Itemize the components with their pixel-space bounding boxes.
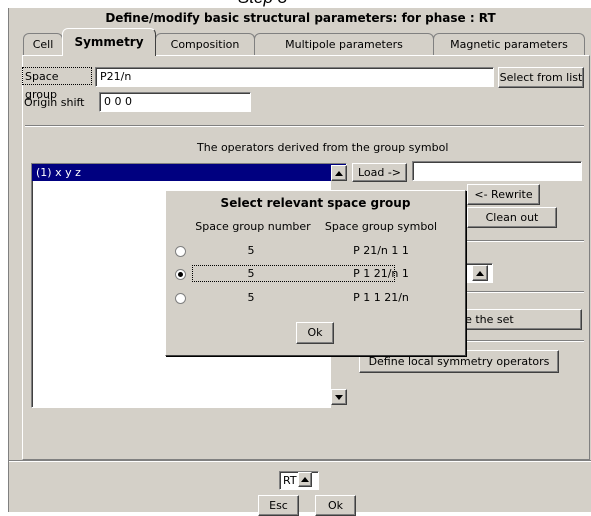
scroll-down-button[interactable] [331, 389, 347, 405]
select-space-group-dialog: Select relevant space group Space group … [165, 190, 466, 356]
delete-set-button[interactable]: ete the set [449, 309, 582, 330]
select-from-list-button[interactable]: Select from list [498, 67, 584, 88]
scroll-up-button[interactable] [331, 165, 347, 181]
operators-caption: The operators derived from the group sym… [197, 141, 449, 154]
dialog-ok-button[interactable]: Ok [296, 322, 334, 344]
separator [9, 460, 591, 462]
tab-magnetic-parameters[interactable]: Magnetic parameters [433, 33, 585, 55]
ok-button[interactable]: Ok [315, 495, 356, 516]
space-group-number: 5 [247, 291, 255, 304]
rewrite-button[interactable]: <- Rewrite [467, 184, 540, 205]
operator-input[interactable] [412, 161, 582, 181]
radio-row-1[interactable] [175, 246, 186, 257]
window-title: Define/modify basic structural parameter… [105, 11, 496, 25]
tab-multipole-parameters[interactable]: Multipole parameters [254, 33, 434, 55]
space-group-number: 5 [247, 244, 255, 257]
tab-composition[interactable]: Composition [155, 33, 255, 55]
load-button[interactable]: Load -> [352, 163, 407, 182]
radio-row-2[interactable] [175, 269, 186, 280]
origin-shift-input[interactable]: 0 0 0 [99, 92, 251, 112]
space-group-input[interactable]: P21/n [95, 67, 494, 87]
dialog-title: Select relevant space group [220, 196, 411, 210]
column-header-symbol: Space group symbol [324, 220, 438, 233]
tab-cell[interactable]: Cell [23, 33, 63, 55]
phase-dropdown-button[interactable] [298, 472, 312, 487]
arrow-up-icon [476, 270, 484, 276]
separator [25, 125, 584, 127]
space-group-number: 5 [247, 267, 255, 280]
esc-button[interactable]: Esc [258, 495, 299, 516]
column-header-number: Space group number [195, 220, 311, 233]
space-group-symbol: P 1 21/n 1 [353, 267, 409, 280]
radio-row-3[interactable] [175, 293, 186, 304]
tab-symmetry[interactable]: Symmetry [62, 28, 156, 56]
space-group-label: Space group [22, 67, 92, 101]
step-caption: Step 3 [0, 0, 591, 8]
arrow-down-icon [335, 394, 343, 400]
space-group-symbol: P 21/n 1 1 [353, 244, 409, 257]
structural-parameters-window: Define/modify basic structural parameter… [8, 8, 591, 516]
clean-out-button[interactable]: Clean out [467, 207, 557, 228]
origin-shift-label: Origin shift [24, 96, 85, 109]
arrow-up-icon [301, 477, 309, 482]
arrow-up-icon [335, 170, 343, 176]
set-dropdown-button[interactable] [472, 265, 488, 281]
space-group-symbol: P 1 1 21/n [353, 291, 409, 304]
list-item[interactable]: (1) x y z [32, 164, 346, 181]
